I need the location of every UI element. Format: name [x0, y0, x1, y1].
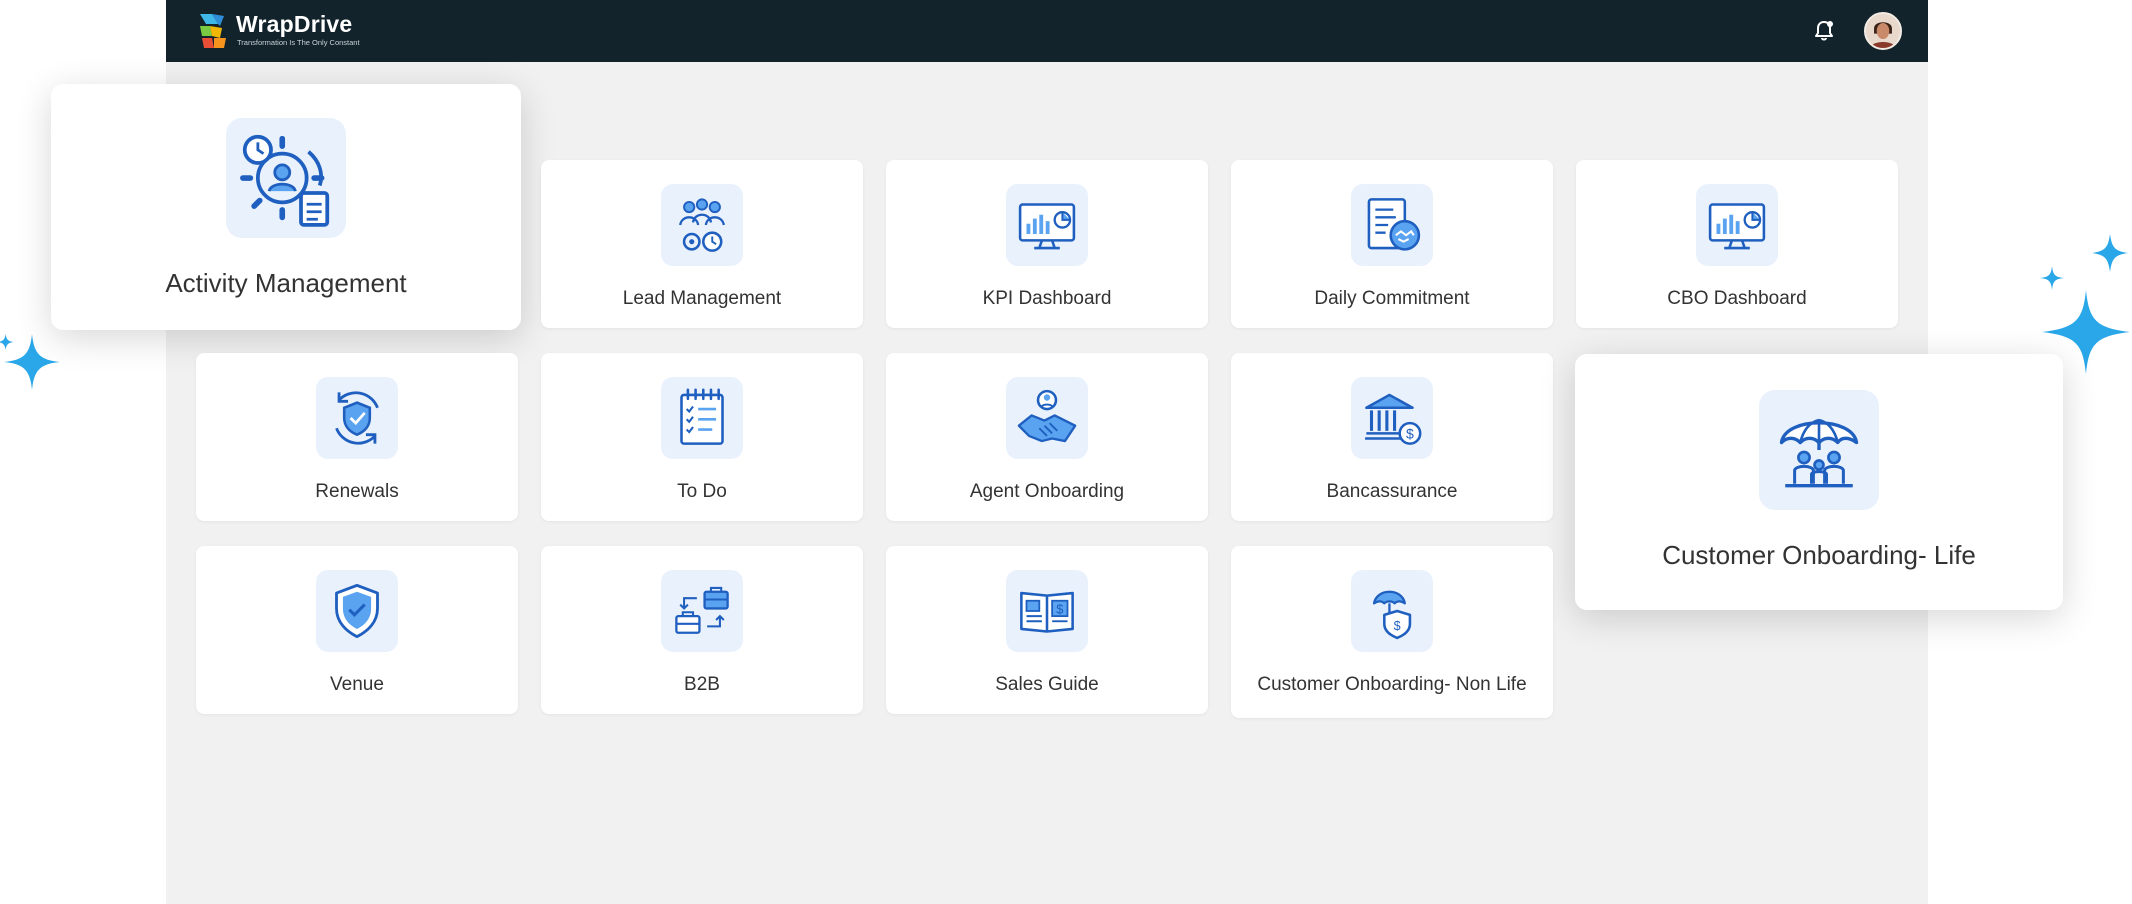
sparkle-icon: [0, 334, 60, 390]
module-label: Activity Management: [165, 268, 407, 298]
venue-icon: [316, 570, 398, 652]
customer-onboarding-life-icon: [1759, 390, 1879, 510]
svg-text:$: $: [1394, 618, 1401, 633]
module-card-customer-onboarding-non-life[interactable]: $ Customer Onboarding- Non Life: [1231, 546, 1553, 718]
svg-text:$: $: [1406, 426, 1414, 442]
customer-onboarding-non-life-icon: $: [1351, 570, 1433, 652]
agent-onboarding-icon: [1006, 377, 1088, 459]
module-label: To Do: [677, 481, 727, 502]
module-card-agent-onboarding[interactable]: Agent Onboarding: [886, 353, 1208, 521]
module-card-daily-commitment[interactable]: Daily Commitment: [1231, 160, 1553, 328]
b2b-icon: [661, 570, 743, 652]
top-navigation-bar: WrapDrive Transformation Is The Only Con…: [166, 0, 1928, 62]
avatar[interactable]: [1864, 12, 1902, 50]
bancassurance-icon: $: [1351, 377, 1433, 459]
module-card-b2b[interactable]: B2B: [541, 546, 863, 714]
module-label: Venue: [330, 674, 384, 695]
user-photo-icon: [1866, 14, 1900, 48]
kpi-dashboard-icon: [1006, 184, 1088, 266]
module-label: CBO Dashboard: [1667, 288, 1807, 309]
module-card-cbo-dashboard[interactable]: CBO Dashboard: [1576, 160, 1898, 328]
svg-text:$: $: [1056, 602, 1063, 617]
module-card-kpi-dashboard[interactable]: KPI Dashboard: [886, 160, 1208, 328]
module-label: B2B: [684, 674, 720, 695]
module-label: Bancassurance: [1326, 481, 1458, 502]
module-label: Sales Guide: [995, 674, 1099, 695]
brand-name: WrapDrive: [236, 11, 353, 37]
module-label: Lead Management: [622, 288, 782, 309]
module-card-customer-onboarding-life[interactable]: Customer Onboarding- Life: [1575, 354, 2063, 610]
module-label: KPI Dashboard: [982, 288, 1112, 309]
module-label: Agent Onboarding: [969, 481, 1125, 502]
brand-tagline: Transformation Is The Only Constant: [237, 38, 360, 47]
module-label: Renewals: [315, 481, 399, 502]
lead-management-icon: [661, 184, 743, 266]
sales-guide-icon: $: [1006, 570, 1088, 652]
module-label: Customer Onboarding- Life: [1662, 540, 1976, 570]
daily-commitment-icon: [1351, 184, 1433, 266]
module-label: Daily Commitment: [1314, 288, 1470, 309]
to-do-icon: [661, 377, 743, 459]
module-card-renewals[interactable]: Renewals: [196, 353, 518, 521]
renewals-icon: [316, 377, 398, 459]
cbo-dashboard-icon: [1696, 184, 1778, 266]
bell-icon[interactable]: [1811, 18, 1837, 44]
module-card-to-do[interactable]: To Do: [541, 353, 863, 521]
module-card-activity-management[interactable]: Activity Management: [51, 84, 521, 330]
module-card-bancassurance[interactable]: $ Bancassurance: [1231, 353, 1553, 521]
wrapdrive-logo-icon: [200, 14, 226, 48]
activity-management-icon: [226, 118, 346, 238]
module-card-sales-guide[interactable]: $ Sales Guide: [886, 546, 1208, 714]
module-label: Customer Onboarding- Non Life: [1257, 674, 1527, 695]
module-card-lead-management[interactable]: Lead Management: [541, 160, 863, 328]
module-card-venue[interactable]: Venue: [196, 546, 518, 714]
